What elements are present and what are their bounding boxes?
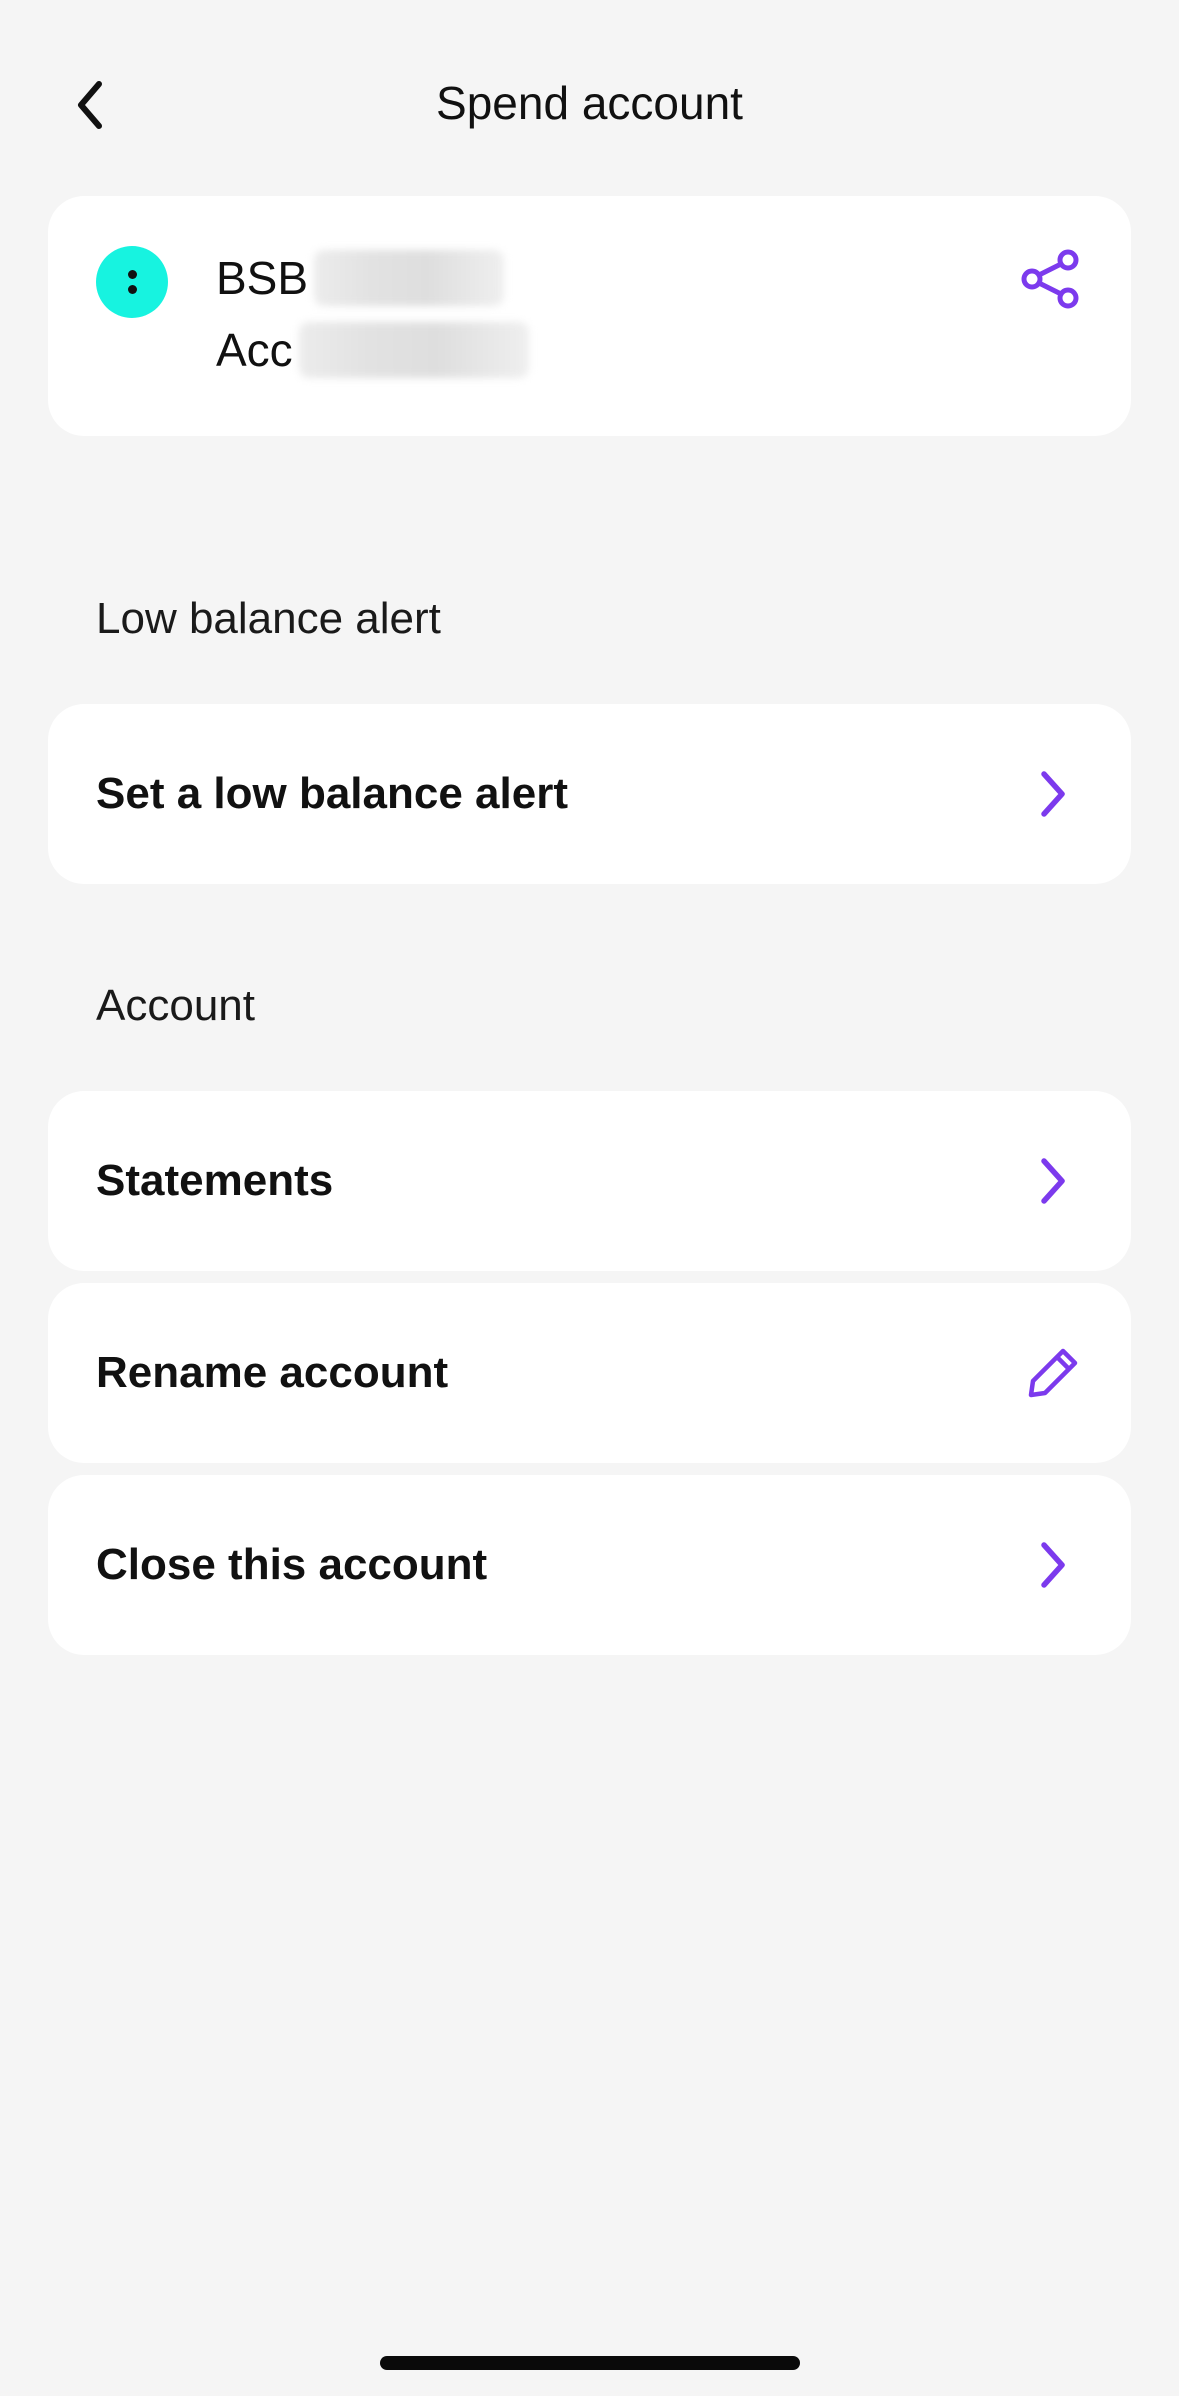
share-icon bbox=[1021, 249, 1079, 309]
chevron-right-icon bbox=[1023, 1151, 1083, 1211]
account-number-label: Acc bbox=[216, 324, 293, 376]
statements-row[interactable]: Statements bbox=[48, 1091, 1131, 1271]
bsb-line: BSB bbox=[216, 250, 505, 306]
low-balance-section-label: Low balance alert bbox=[96, 594, 441, 643]
rename-account-row[interactable]: Rename account bbox=[48, 1283, 1131, 1463]
rename-account-label: Rename account bbox=[96, 1348, 449, 1397]
close-account-row[interactable]: Close this account bbox=[48, 1475, 1131, 1655]
account-number-value-redacted bbox=[298, 322, 529, 378]
share-button[interactable] bbox=[1017, 246, 1083, 312]
chevron-right-icon bbox=[1023, 764, 1083, 824]
more-dots-icon-dot bbox=[127, 285, 137, 294]
home-indicator[interactable] bbox=[380, 2356, 800, 2370]
chevron-right-icon bbox=[1023, 1535, 1083, 1595]
header: Spend account bbox=[0, 0, 1179, 200]
set-low-balance-alert-label: Set a low balance alert bbox=[96, 769, 568, 818]
account-section-label: Account bbox=[96, 981, 255, 1030]
account-menu-button[interactable] bbox=[96, 246, 168, 318]
account-details-card: BSB Acc bbox=[48, 196, 1131, 436]
set-low-balance-alert-row[interactable]: Set a low balance alert bbox=[48, 704, 1131, 884]
bsb-value-redacted bbox=[314, 250, 505, 306]
account-number-line: Acc bbox=[216, 322, 529, 378]
statements-label: Statements bbox=[96, 1156, 334, 1205]
bsb-label: BSB bbox=[216, 252, 309, 304]
pencil-icon bbox=[1023, 1343, 1083, 1403]
page-title: Spend account bbox=[436, 77, 743, 129]
more-dots-icon bbox=[127, 270, 137, 279]
close-account-label: Close this account bbox=[96, 1540, 488, 1589]
